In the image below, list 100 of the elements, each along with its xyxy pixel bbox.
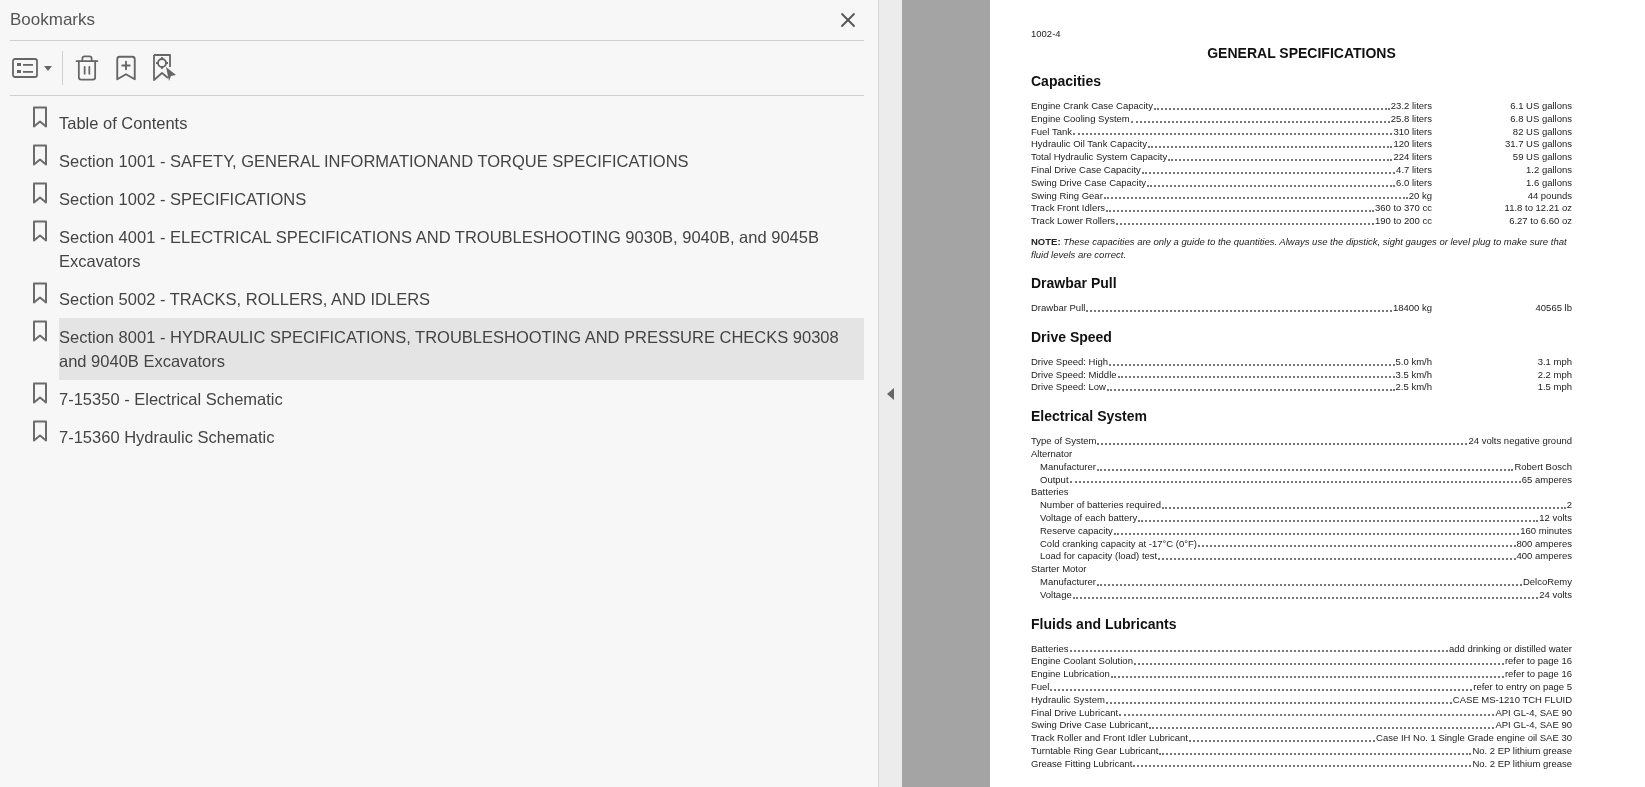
section-heading: Drawbar Pull [1031, 273, 1118, 292]
spec-label: Track Front Idlers [1031, 202, 1106, 216]
spec-value: 160 minutes [1520, 524, 1572, 538]
spec-label: Final Drive Case Capacity [1031, 164, 1141, 177]
spec-value: 59 US gallons [1511, 151, 1572, 164]
spec-value: Case IH No. 1 Single Grade engine oil SAE 30 [1376, 732, 1572, 745]
spec-value: 5.0 km/h [1395, 355, 1432, 369]
spec-value: 310 liters [1393, 125, 1432, 139]
spec-value: 24 volts negative ground [1468, 435, 1572, 448]
spec-value: CASE MS-1210 TCH FLUID [1452, 693, 1572, 707]
bookmark-icon [32, 320, 48, 342]
section-heading: Capacities [1031, 72, 1103, 90]
spec-value: 4.7 liters [1396, 164, 1432, 177]
spec-value: 3.5 km/h [1395, 368, 1432, 382]
spec-value: add drinking or distilled water [1448, 642, 1572, 656]
section-heading: Drive Speed [1031, 327, 1113, 346]
bookmark-item[interactable]: 7-15360 Hydraulic Schematic [59, 418, 864, 456]
spec-value: No. 2 EP lithium grease [1472, 757, 1572, 771]
spec-value: API GL-4, SAE 90 [1495, 706, 1572, 720]
spec-label: Swing Drive Case Capacity [1031, 176, 1147, 190]
bookmark-icon [32, 182, 48, 204]
spec-label: Voltage of each battery [1040, 511, 1138, 525]
spec-value: refer to entry on page 5 [1473, 680, 1572, 694]
spec-value: 12 volts [1539, 511, 1572, 525]
spec-value: 2.5 km/h [1395, 381, 1432, 395]
spec-value: refer to page 16 [1504, 655, 1572, 669]
spec-group-label: Starter Motor [1031, 563, 1088, 576]
spec-label: Hydraulic Oil Tank Capacity [1031, 138, 1147, 152]
spec-value: 11.8 to 12.21 oz [1503, 202, 1572, 216]
spec-value: DelcoRemy [1522, 575, 1572, 589]
spec-value: 82 US gallons [1511, 125, 1572, 139]
spec-value: refer to page 16 [1504, 668, 1572, 681]
bookmark-item[interactable]: Section 5002 - TRACKS, ROLLERS, AND IDLERS [59, 280, 864, 318]
spec-value: 360 to 370 cc [1374, 202, 1432, 216]
spec-value: 224 liters [1393, 151, 1432, 164]
spec-label: Engine Lubrication [1031, 668, 1110, 681]
spec-value: 23.2 liters [1390, 100, 1432, 113]
spec-value: 1.6 gallons [1525, 176, 1572, 190]
spec-value: 6.27 to 6.60 oz [1508, 215, 1572, 228]
spec-value: 800 amperes [1516, 537, 1572, 551]
spec-label: Type of System [1031, 435, 1097, 448]
spec-label: Engine Cooling System [1031, 112, 1130, 126]
spec-label: Batteries [1031, 642, 1069, 656]
bookmark-icon [32, 106, 48, 128]
spec-value: 2 [1566, 499, 1572, 512]
spec-label: Engine Crank Case Capacity [1031, 100, 1153, 113]
bookmark-item[interactable]: Section 8001 - HYDRAULIC SPECIFICATIONS, TROUBLESHOOTING AND PRESSURE CHECKS 90308 and 9040B Excavators [59, 318, 864, 380]
bookmark-item[interactable]: Table of Contents [59, 104, 864, 142]
spec-value: 44 pounds [1526, 189, 1572, 203]
bookmark-item[interactable]: Section 1002 - SPECIFICATIONS [59, 180, 864, 218]
spec-label: Reserve capacity [1040, 524, 1113, 538]
spec-value: 65 amperes [1521, 473, 1572, 487]
spec-label: Track Lower Rollers [1031, 215, 1116, 228]
spec-label: Fuel [1031, 680, 1050, 694]
spec-value: 31.7 US gallons [1503, 138, 1572, 152]
spec-value: 1.2 gallons [1525, 164, 1572, 177]
spec-label: Drive Speed: Low [1031, 381, 1106, 395]
spec-label: Track Roller and Front Idler Lubricant [1031, 732, 1188, 745]
spec-value: 24 volts [1539, 588, 1572, 602]
spec-label: Cold cranking capacity at -17°C (0°F) [1040, 537, 1198, 551]
spec-value: 120 liters [1393, 138, 1432, 152]
collapse-icon[interactable] [887, 387, 894, 400]
spec-label: Manufacturer [1040, 460, 1096, 474]
spec-label: Fuel Tank [1031, 125, 1072, 139]
spec-value: 40565 lb [1534, 301, 1572, 315]
spec-label: Grease Fitting Lubricant [1031, 757, 1133, 771]
spec-value: 20 kg [1408, 189, 1432, 203]
bookmark-icon [32, 220, 48, 242]
bookmark-icon [32, 420, 48, 442]
spec-value: 6.8 US gallons [1509, 112, 1572, 126]
bookmark-icon [32, 282, 48, 304]
spec-value: 400 amperes [1516, 550, 1572, 564]
options-button[interactable] [12, 51, 63, 85]
spec-label: Number of batteries required [1040, 499, 1161, 512]
spec-label: Swing Drive Case Lubricant [1031, 719, 1149, 733]
spec-label: Hydraulic System [1031, 693, 1105, 707]
spec-label: Swing Ring Gear [1031, 189, 1103, 203]
spec-group-label: Alternator [1031, 447, 1074, 461]
section-heading: Fluids and Lubricants [1031, 614, 1178, 633]
page-number: 1002-4 [1031, 28, 1062, 40]
spec-value: 2.2 mph [1536, 368, 1572, 382]
bookmark-item[interactable]: Section 1001 - SAFETY, GENERAL INFORMATIONAND TORQUE SPECIFICATIONS [59, 142, 864, 180]
spec-value: 6.0 liters [1396, 176, 1432, 190]
section-heading: Electrical System [1031, 407, 1148, 426]
bookmark-item[interactable]: Section 4001 - ELECTRICAL SPECIFICATIONS AND TROUBLESHOOTING 9030B, 9040B, and 9045B Excavators [59, 218, 864, 280]
panel-title: Bookmarks [10, 9, 96, 32]
spec-label: Manufacturer [1040, 575, 1096, 589]
spec-label: Final Drive Lubricant [1031, 706, 1119, 720]
delete-button[interactable] [73, 54, 101, 82]
bookmark-item[interactable]: 7-15350 - Electrical Schematic [59, 380, 864, 418]
spec-label: Engine Coolant Solution [1031, 655, 1133, 669]
note-text: NOTE: These capacities are only a guide to the quantities. Always use the dipstick, sight gauges or level plug to make sure that fluid levels are correct. [1031, 234, 1568, 261]
spec-group-label: Batteries [1031, 486, 1070, 500]
spec-label: Load for capacity (load) test [1040, 550, 1158, 564]
spec-label: Drawbar Pull [1031, 301, 1086, 315]
page-title: GENERAL SPECIFICATIONS [1206, 44, 1397, 62]
spec-value: 25.8 liters [1390, 112, 1432, 126]
spec-label: Drive Speed: High [1031, 355, 1109, 369]
spec-label: Drive Speed: Middle [1031, 368, 1117, 382]
spec-label: Total Hydraulic System Capacity [1031, 151, 1168, 164]
